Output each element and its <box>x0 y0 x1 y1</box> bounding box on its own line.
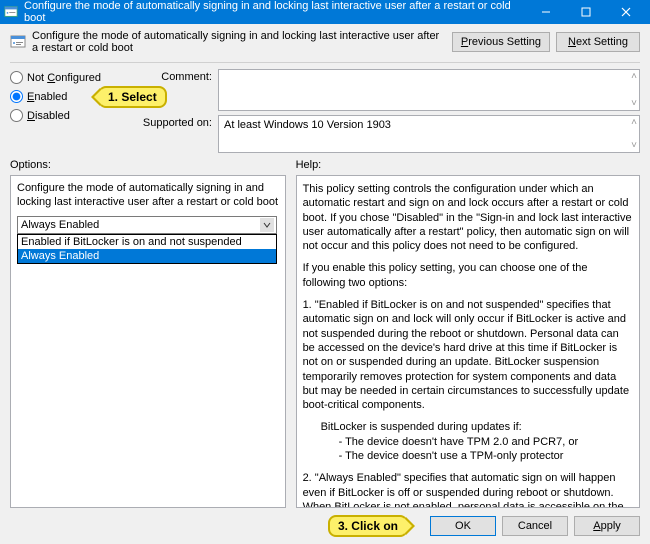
close-button[interactable] <box>606 0 646 24</box>
scroll-down-icon: ˅ <box>631 98 637 109</box>
scroll-up-icon: ˄ <box>631 117 637 128</box>
callout-1: 1. Select <box>98 86 167 108</box>
dropdown-item-always[interactable]: Always Enabled <box>18 249 276 263</box>
window-title: Configure the mode of automatically sign… <box>24 0 526 24</box>
help-label: Help: <box>296 159 640 171</box>
comment-label: Comment: <box>128 69 212 83</box>
minimize-button[interactable] <box>526 0 566 24</box>
radio-not-configured[interactable]: Not Configured <box>10 71 120 84</box>
policy-icon <box>10 34 26 50</box>
callout-3: 3. Click on <box>328 515 408 537</box>
help-p4: BitLocker is suspended during updates if… <box>321 420 633 434</box>
mode-dropdown-list: Enabled if BitLocker is on and not suspe… <box>17 234 277 264</box>
radio-not-configured-input[interactable] <box>10 71 23 84</box>
supported-on-box: At least Windows 10 Version 1903 ˄ ˅ <box>218 115 640 153</box>
cancel-button[interactable]: Cancel <box>502 516 568 536</box>
page-title: Configure the mode of automatically sign… <box>32 30 446 54</box>
next-setting-button[interactable]: Next Setting <box>556 32 640 52</box>
ok-button[interactable]: OK <box>430 516 496 536</box>
help-panel: This policy setting controls the configu… <box>296 175 640 508</box>
previous-setting-button[interactable]: Previous Setting <box>452 32 550 52</box>
supported-on-text: At least Windows 10 Version 1903 <box>224 119 391 131</box>
state-radio-group: Not Configured Enabled 1. Select Disable… <box>10 69 120 153</box>
divider <box>10 62 640 63</box>
maximize-button[interactable] <box>566 0 606 24</box>
titlebar: Configure the mode of automatically sign… <box>0 0 650 24</box>
dropdown-item-bitlocker[interactable]: Enabled if BitLocker is on and not suspe… <box>18 235 276 249</box>
options-label: Options: <box>10 159 286 171</box>
radio-enabled[interactable]: Enabled 1. Select <box>10 90 120 103</box>
options-description: Configure the mode of automatically sign… <box>17 182 279 210</box>
combobox-value: Always Enabled <box>21 219 99 231</box>
app-icon <box>4 5 18 19</box>
scroll-down-icon: ˅ <box>631 140 637 151</box>
help-p1: This policy setting controls the configu… <box>303 182 633 253</box>
help-bullet1: - The device doesn't have TPM 2.0 and PC… <box>339 435 633 449</box>
scroll-up-icon: ˄ <box>631 71 637 82</box>
radio-disabled-input[interactable] <box>10 109 23 122</box>
footer-buttons: 3. Click on OK Cancel Apply <box>10 516 640 536</box>
options-panel: Configure the mode of automatically sign… <box>10 175 286 508</box>
apply-button[interactable]: Apply <box>574 516 640 536</box>
help-p2: If you enable this policy setting, you c… <box>303 261 633 290</box>
radio-disabled[interactable]: Disabled <box>10 109 120 122</box>
help-p5: 2. "Always Enabled" specifies that autom… <box>303 471 633 508</box>
help-bullet2: - The device doesn't use a TPM-only prot… <box>339 449 633 463</box>
supported-label: Supported on: <box>128 115 212 129</box>
mode-combobox[interactable]: Always Enabled <box>17 216 277 234</box>
header-row: Configure the mode of automatically sign… <box>10 30 640 54</box>
help-p3: 1. "Enabled if BitLocker is on and not s… <box>303 298 633 412</box>
chevron-down-icon <box>260 218 274 232</box>
radio-enabled-input[interactable] <box>10 90 23 103</box>
comment-textarea[interactable]: ˄ ˅ <box>218 69 640 111</box>
